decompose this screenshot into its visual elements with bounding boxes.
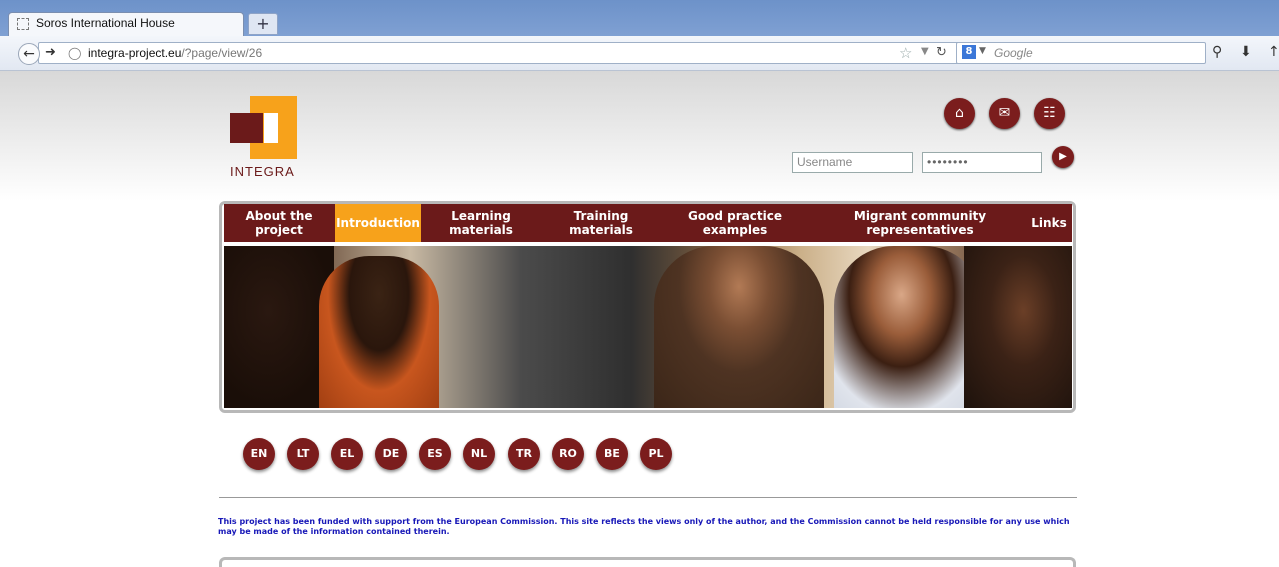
search-placeholder[interactable]: Google [994,46,1033,60]
address-url[interactable]: integra-project.eu/?page/view/26 [88,46,262,60]
search-engine-dropdown-icon[interactable]: ▼ [979,46,986,56]
password-field[interactable]: •••••••• [922,152,1042,173]
integra-logo[interactable] [230,96,298,160]
bookmark-star-icon[interactable]: ☆ [899,44,912,62]
funding-disclaimer: This project has been funded with suppor… [218,517,1070,536]
back-arrow-icon[interactable]: ← [18,43,40,65]
lang-button-de[interactable]: DE [375,438,407,470]
lang-button-el[interactable]: EL [331,438,363,470]
nav-item-training-materials[interactable]: Training materials [560,204,642,242]
nav-item-good-practice[interactable]: Good practice examples [680,204,790,242]
history-dropdown-icon[interactable]: ▼ [921,46,929,57]
lang-button-lt[interactable]: LT [287,438,319,470]
logo-text: INTEGRA [230,164,295,179]
nav-item-migrant-community[interactable]: Migrant community representatives [846,204,994,242]
search-engine-icon[interactable]: 8 [962,45,976,59]
download-icon[interactable]: ⬇ [1240,44,1252,60]
lang-button-be[interactable]: BE [596,438,628,470]
browser-tab[interactable]: Soros International House [8,12,244,36]
browser-tab-bar: Soros International House + [0,0,1279,36]
lang-button-tr[interactable]: TR [508,438,540,470]
toolbar-overflow-icon[interactable]: ↑ [1268,44,1279,60]
page-header-background [0,71,1279,201]
new-tab-button[interactable]: + [248,13,278,35]
mail-icon[interactable]: ✉ [989,98,1020,129]
home-icon[interactable]: ⌂ [944,98,975,129]
lang-button-nl[interactable]: NL [463,438,495,470]
sitemap-icon[interactable]: ☷ [1034,98,1065,129]
site-identity-icon[interactable]: ◯ [68,46,81,60]
nav-item-learning-materials[interactable]: Learning materials [441,204,521,242]
lang-button-ro[interactable]: RO [552,438,584,470]
username-field[interactable]: Username [792,152,913,173]
hero-photo [224,246,1072,408]
login-submit-button[interactable]: ▶ [1052,146,1074,168]
lang-button-pl[interactable]: PL [640,438,672,470]
content-frame-top [219,557,1076,567]
forward-arrow-icon[interactable]: ➜ [45,45,56,60]
nav-item-introduction[interactable]: Introduction [335,204,421,242]
reload-icon[interactable]: ↻ [936,45,947,60]
lang-button-es[interactable]: ES [419,438,451,470]
tab-title: Soros International House [36,16,175,30]
footer-divider [219,497,1077,498]
browser-nav-bar: ← ➜ ◯ integra-project.eu/?page/view/26 ☆… [0,36,1279,71]
nav-item-links[interactable]: Links [1026,204,1072,242]
magnifier-icon[interactable]: ⚲ [1212,44,1222,60]
page-favicon-icon [17,18,29,30]
nav-item-about[interactable]: About the project [231,204,327,242]
lang-button-en[interactable]: EN [243,438,275,470]
